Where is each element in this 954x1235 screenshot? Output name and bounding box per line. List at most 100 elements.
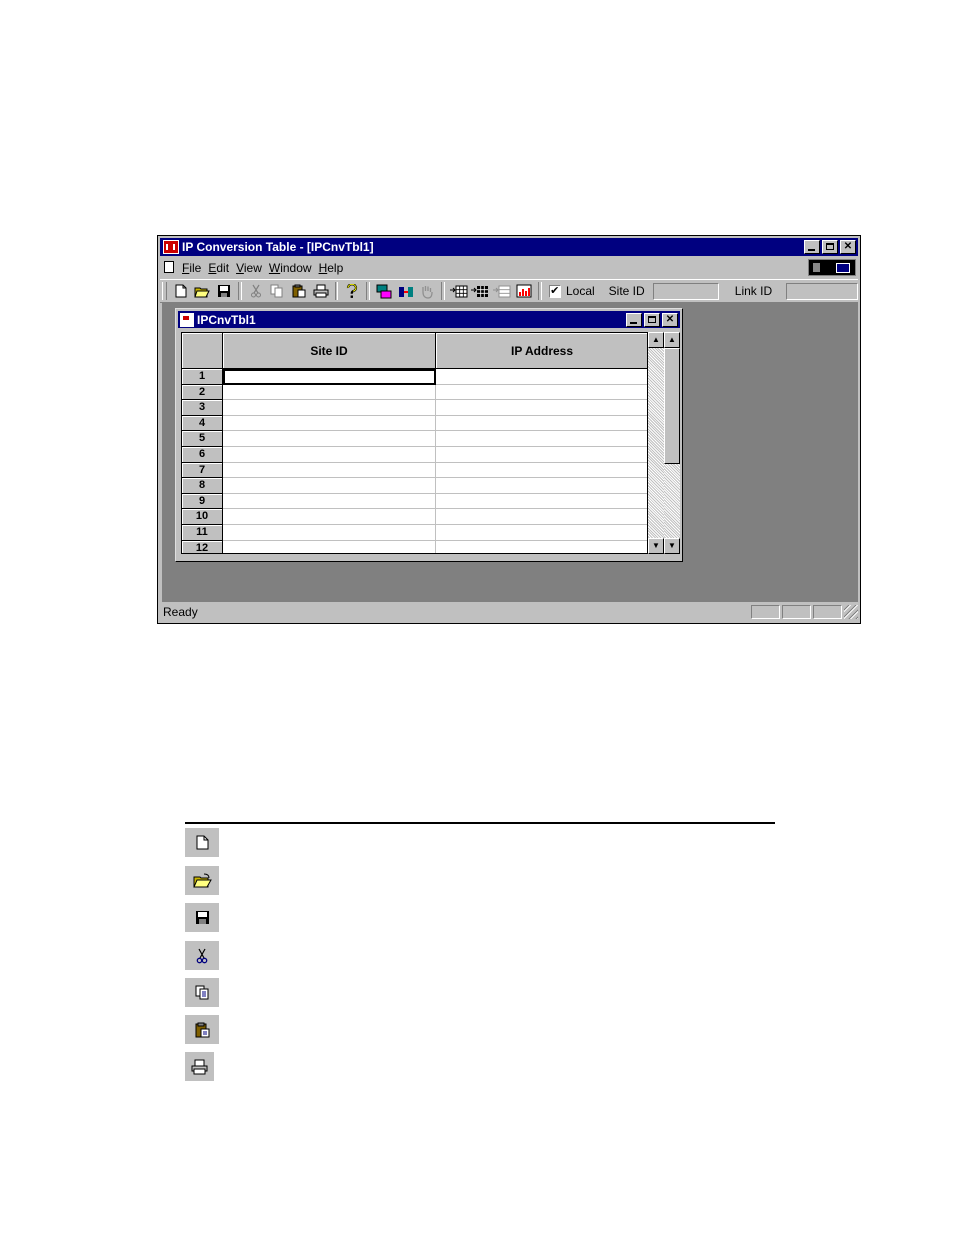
row-header[interactable]: 1 xyxy=(182,369,223,385)
open-button[interactable] xyxy=(192,281,214,301)
row-header[interactable]: 10 xyxy=(182,509,223,525)
table-document-icon[interactable] xyxy=(180,312,194,327)
menu-edit[interactable]: Edit xyxy=(208,261,229,275)
cut-button[interactable] xyxy=(245,281,267,301)
row-header[interactable]: 2 xyxy=(182,384,223,401)
copy-button[interactable] xyxy=(266,281,288,301)
save-disk-icon xyxy=(218,285,231,297)
site-id-cell[interactable] xyxy=(223,447,436,463)
toolbar-grip[interactable] xyxy=(162,282,167,300)
local-checkbox[interactable]: ✔ xyxy=(548,284,561,298)
paste-button[interactable] xyxy=(288,281,310,301)
site-id-cell[interactable] xyxy=(223,540,436,553)
row-header[interactable]: 11 xyxy=(182,525,223,541)
child-maximize-button[interactable] xyxy=(644,312,660,327)
resize-grip[interactable] xyxy=(844,605,858,619)
ip-address-cell[interactable] xyxy=(436,478,647,494)
grid-corner[interactable] xyxy=(182,333,223,369)
ip-address-cell[interactable] xyxy=(436,416,647,432)
cut-scissors-tile xyxy=(185,941,219,970)
site-id-cell[interactable] xyxy=(223,493,436,510)
minimize-button[interactable] xyxy=(804,240,820,254)
save-button[interactable] xyxy=(213,281,235,301)
copy-icon xyxy=(195,985,208,1000)
row-header[interactable]: 12 xyxy=(182,540,223,553)
site-id-cell[interactable] xyxy=(223,431,436,447)
column-header-ip-address[interactable]: IP Address xyxy=(436,333,647,369)
open-folder-icon xyxy=(194,287,211,297)
title-bar: IP Conversion Table - [IPCnvTbl1] xyxy=(160,238,858,256)
network-status-icon xyxy=(808,259,856,276)
horizontal-rule xyxy=(185,822,775,824)
ip-address-cell[interactable] xyxy=(436,494,647,510)
site-id-cell[interactable] xyxy=(223,369,436,385)
site-id-cell[interactable] xyxy=(223,462,436,479)
site-id-cell[interactable] xyxy=(223,415,436,432)
site-id-cell[interactable] xyxy=(223,400,436,416)
ip-address-cell[interactable] xyxy=(436,369,647,385)
transfer-button[interactable] xyxy=(395,281,417,301)
new-button[interactable] xyxy=(170,281,192,301)
ip-address-cell[interactable] xyxy=(436,400,647,416)
row-header[interactable]: 6 xyxy=(182,447,223,463)
hand-button[interactable] xyxy=(416,281,438,301)
append-row-button[interactable] xyxy=(470,281,492,301)
print-button[interactable] xyxy=(310,281,332,301)
site-id-cell[interactable] xyxy=(223,509,436,525)
child-minimize-button[interactable] xyxy=(626,312,642,327)
close-button[interactable] xyxy=(840,240,856,254)
ip-address-cell[interactable] xyxy=(436,541,647,553)
copy-tile xyxy=(185,978,219,1007)
ip-address-cell[interactable] xyxy=(436,385,647,401)
menu-help[interactable]: Help xyxy=(319,261,344,275)
window-vertical-scrollbar[interactable]: ▲ ▼ xyxy=(664,332,680,554)
row-header[interactable]: 8 xyxy=(182,478,223,494)
site-id-cell[interactable] xyxy=(223,525,436,541)
connect-button[interactable] xyxy=(373,281,395,301)
help-button[interactable] xyxy=(341,281,363,301)
chart-button[interactable] xyxy=(513,281,535,301)
paste-clipboard-icon xyxy=(195,1022,209,1037)
status-pane xyxy=(813,605,842,619)
menu-window[interactable]: Window xyxy=(269,261,312,275)
site-id-cell[interactable] xyxy=(223,478,436,494)
row-header[interactable]: 5 xyxy=(182,431,223,447)
ip-address-cell[interactable] xyxy=(436,463,647,479)
menu-view[interactable]: View xyxy=(236,261,262,275)
child-window: IPCnvTbl1 Site ID IP Address 12345678910… xyxy=(175,308,683,562)
link-id-field[interactable] xyxy=(786,282,858,300)
print-tile xyxy=(185,1052,214,1081)
child-close-button[interactable] xyxy=(662,312,678,327)
row-header[interactable]: 7 xyxy=(182,462,223,479)
ip-address-cell[interactable] xyxy=(436,431,647,447)
save-disk-icon xyxy=(195,911,209,924)
row-header[interactable]: 4 xyxy=(182,415,223,432)
app-icon[interactable] xyxy=(163,240,179,254)
new-file-tile xyxy=(185,828,219,857)
row-header[interactable]: 9 xyxy=(182,493,223,510)
insert-row-icon xyxy=(449,285,468,297)
child-window-title: IPCnvTbl1 xyxy=(197,312,256,327)
row-header[interactable]: 3 xyxy=(182,400,223,416)
ip-address-cell[interactable] xyxy=(436,447,647,463)
site-id-field[interactable] xyxy=(652,282,719,300)
window-scroll-up-button[interactable]: ▲ xyxy=(664,332,680,348)
toolbar-separator xyxy=(237,282,242,300)
site-id-cell[interactable] xyxy=(223,384,436,401)
ip-address-cell[interactable] xyxy=(436,509,647,525)
menu-file[interactable]: File xyxy=(182,261,201,275)
insert-row-button[interactable] xyxy=(448,281,470,301)
help-question-icon xyxy=(347,283,358,298)
toolbar: ✔ Local Site ID Link ID xyxy=(160,279,858,303)
ip-address-cell[interactable] xyxy=(436,525,647,541)
grid-vertical-scrollbar[interactable]: ▲ ▼ xyxy=(648,332,664,554)
column-header-site-id[interactable]: Site ID xyxy=(223,333,436,369)
transfer-icon xyxy=(398,286,413,297)
maximize-button[interactable] xyxy=(822,240,838,254)
delete-row-button[interactable] xyxy=(491,281,513,301)
scroll-down-button[interactable]: ▼ xyxy=(648,538,664,554)
window-scroll-down-button[interactable]: ▼ xyxy=(664,538,680,554)
scroll-thumb[interactable] xyxy=(664,348,680,464)
document-icon[interactable] xyxy=(162,260,178,276)
scroll-up-button[interactable]: ▲ xyxy=(648,332,664,348)
